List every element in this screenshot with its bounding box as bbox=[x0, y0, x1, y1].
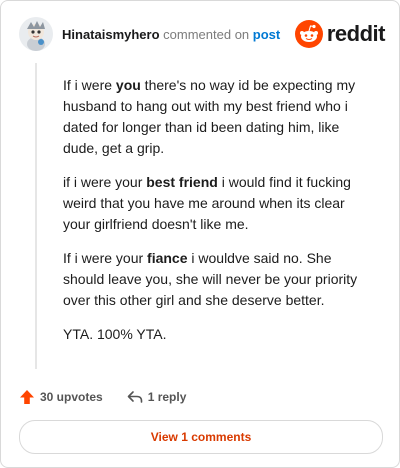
avatar-image bbox=[19, 17, 53, 51]
reply-arrow-icon bbox=[127, 391, 143, 403]
upvote-button[interactable]: 30 upvotes bbox=[19, 389, 103, 405]
comment-paragraph: If i were your fiance i wouldve said no.… bbox=[63, 250, 358, 308]
upvote-arrow-icon bbox=[20, 390, 34, 404]
post-link[interactable]: post bbox=[253, 27, 280, 42]
reply-button[interactable]: 1 reply bbox=[127, 390, 187, 404]
thread-line bbox=[35, 63, 37, 369]
comment-card: Hinataismyhero commented on post reddit … bbox=[0, 0, 400, 468]
reddit-logo[interactable]: reddit bbox=[294, 19, 386, 49]
comment-header: Hinataismyhero commented on post reddit bbox=[19, 17, 386, 51]
comment-paragraph: if i were your best friend i would find … bbox=[63, 174, 351, 232]
comment-meta: Hinataismyhero commented on post bbox=[62, 27, 280, 42]
reddit-snoo-icon bbox=[294, 20, 323, 48]
comment-actions: 30 upvotes 1 reply bbox=[19, 387, 210, 407]
comment-body: If i were you there's no way id be expec… bbox=[63, 75, 363, 358]
reddit-wordmark: reddit bbox=[326, 21, 386, 46]
upvote-count: 30 upvotes bbox=[40, 390, 103, 404]
comment-paragraph: If i were you there's no way id be expec… bbox=[63, 77, 356, 156]
commented-on-text: commented on bbox=[163, 27, 250, 42]
user-avatar[interactable] bbox=[19, 17, 53, 51]
username[interactable]: Hinataismyhero bbox=[62, 27, 160, 42]
reply-count: 1 reply bbox=[147, 390, 187, 404]
view-comments-button[interactable]: View 1 comments bbox=[19, 420, 383, 454]
comment-paragraph: YTA. 100% YTA. bbox=[63, 326, 167, 342]
